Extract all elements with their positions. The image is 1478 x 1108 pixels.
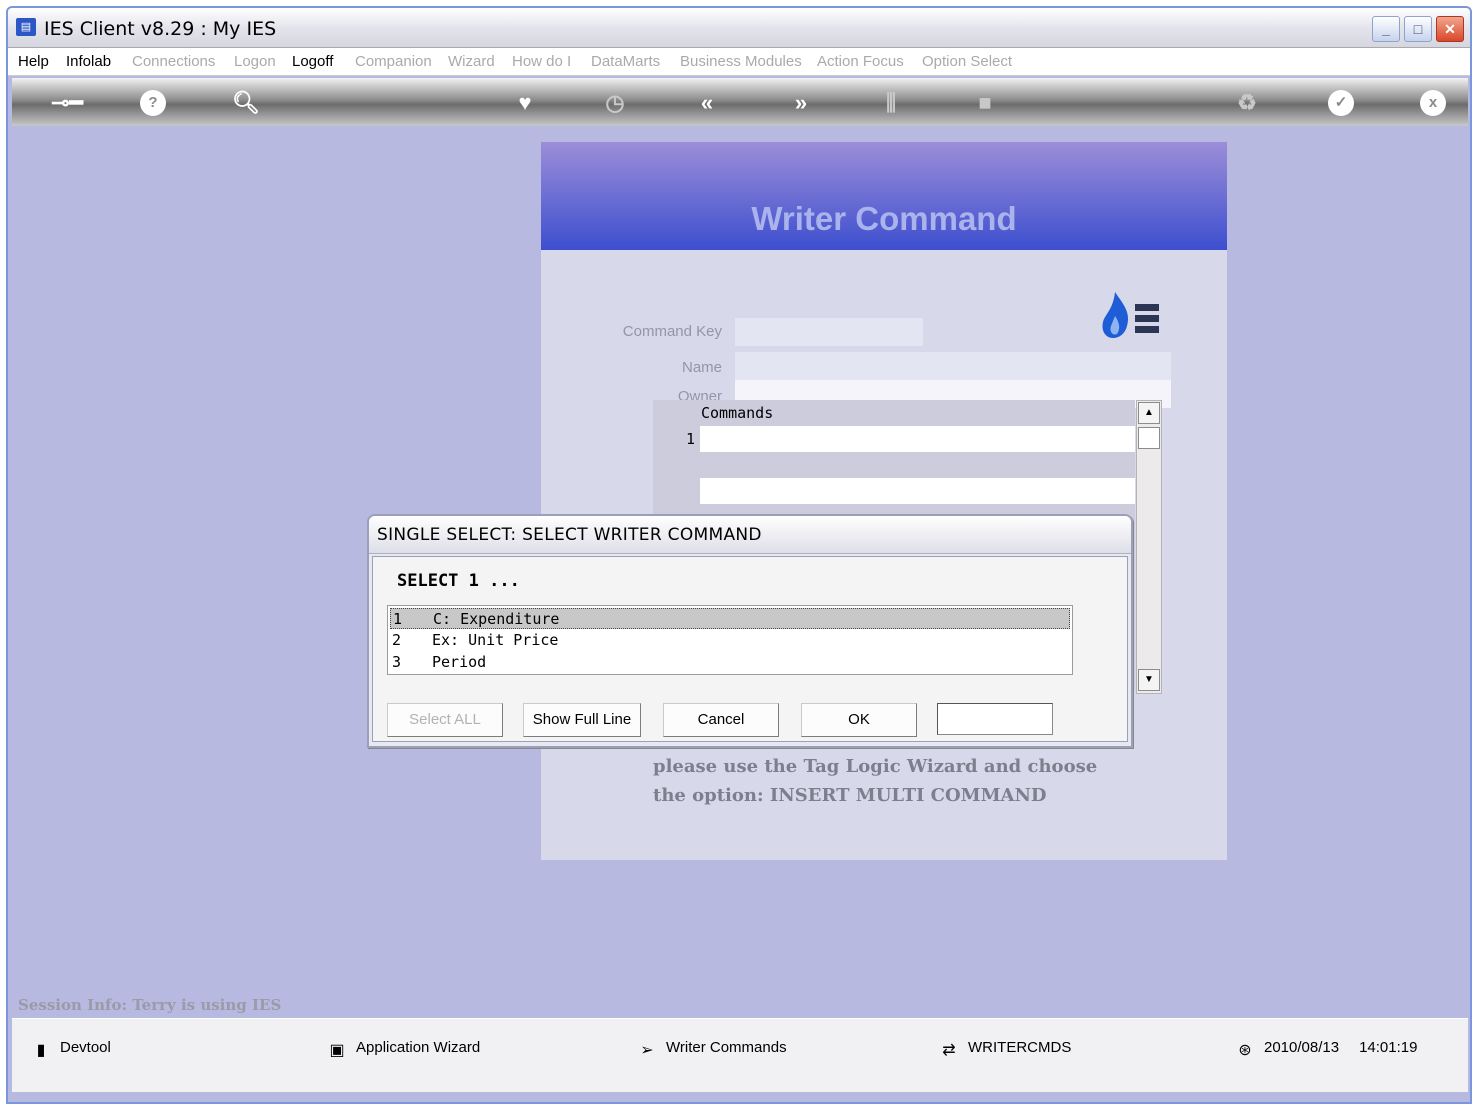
select-writer-command-dialog: SINGLE SELECT: SELECT WRITER COMMAND SEL… <box>367 514 1133 748</box>
writer-command-panel: Writer Command Command Key Name Owner Co… <box>541 142 1227 860</box>
menu-infolab[interactable]: Infolab <box>66 53 111 70</box>
stop-icon[interactable]: ■ <box>972 90 998 116</box>
dialog-prompt: SELECT 1 ... <box>397 571 520 591</box>
hint-line-1: please use the Tag Logic Wizard and choo… <box>653 756 1098 777</box>
menu-connections[interactable]: Connections <box>132 53 215 70</box>
datetime-item: ⊛ 2010/08/13 14:01:19 <box>1236 1039 1417 1060</box>
application-wizard-item[interactable]: ▣ Application Wizard <box>328 1039 480 1060</box>
cancel-button[interactable]: Cancel <box>663 703 779 737</box>
close-icon[interactable]: x <box>1420 90 1446 116</box>
tree-icon[interactable]: ⫼ <box>878 90 904 116</box>
show-full-line-button[interactable]: Show Full Line <box>523 703 641 737</box>
clock-icon[interactable]: ◷ <box>602 90 628 116</box>
status-date: 2010/08/13 <box>1264 1039 1340 1056</box>
close-icon: ✕ <box>1444 21 1456 37</box>
rewind-icon[interactable]: « <box>694 90 720 116</box>
selection-input[interactable] <box>937 703 1053 735</box>
panel-title: Writer Command <box>751 200 1017 237</box>
restore-icon: □ <box>1413 21 1423 37</box>
dialog-body: SELECT 1 ... 1 C: Expenditure 2 Ex: Unit… <box>372 556 1128 742</box>
menu-bar: Help Infolab Connections Logon Logoff Co… <box>8 48 1470 76</box>
list-item-number: 2 <box>392 631 402 649</box>
scroll-up-icon[interactable]: ▲ <box>1138 402 1160 424</box>
commands-column-header: Commands <box>701 404 774 422</box>
application-wizard-icon: ▣ <box>329 1042 345 1059</box>
application-wizard-label: Application Wizard <box>356 1039 481 1056</box>
status-time: 14:01:19 <box>1359 1039 1418 1056</box>
panel-header: Writer Command <box>541 142 1227 250</box>
writer-commands-label: Writer Commands <box>666 1039 787 1056</box>
writercmds-item[interactable]: ⇄ WRITERCMDS <box>940 1039 1071 1060</box>
name-label: Name <box>681 359 722 376</box>
check-icon[interactable]: ✓ <box>1328 90 1354 116</box>
status-bar: ▮ Devtool ▣ Application Wizard ➢ Writer Com… <box>12 1018 1468 1092</box>
menu-business-modules[interactable]: Business Modules <box>680 53 802 70</box>
writercmds-icon: ⇄ <box>942 1042 956 1059</box>
devtool-label: Devtool <box>60 1039 111 1056</box>
writercmds-label: WRITERCMDS <box>968 1039 1072 1056</box>
menu-help[interactable]: Help <box>18 53 49 70</box>
app-window: ▤ IES Client v8.29 : My IES _ □ ✕ Help I… <box>6 6 1472 1104</box>
menu-action-focus[interactable]: Action Focus <box>817 53 904 70</box>
select-all-button[interactable]: Select ALL <box>387 703 503 737</box>
title-bar: ▤ IES Client v8.29 : My IES _ □ ✕ <box>8 8 1470 48</box>
menu-companion[interactable]: Companion <box>355 53 432 70</box>
name-field[interactable] <box>735 352 1171 380</box>
list-item-label: Ex: Unit Price <box>432 631 559 649</box>
session-info: Session Info: Terry is using IES <box>18 996 282 1014</box>
fast-forward-icon[interactable]: » <box>788 90 814 116</box>
ok-button[interactable]: OK <box>801 703 917 737</box>
writer-commands-icon: ➢ <box>640 1042 654 1059</box>
clock-icon: ⊛ <box>1238 1042 1252 1059</box>
recycle-icon[interactable]: ♻ <box>1234 90 1260 116</box>
list-item[interactable]: 2 Ex: Unit Price <box>390 630 1070 651</box>
scroll-thumb[interactable] <box>1138 427 1160 449</box>
grid-scrollbar[interactable]: ▲ ▼ <box>1136 400 1162 694</box>
dialog-title: SINGLE SELECT: SELECT WRITER COMMAND <box>377 525 762 545</box>
close-button[interactable]: ✕ <box>1436 16 1464 42</box>
devtool-item[interactable]: ▮ Devtool <box>32 1039 111 1060</box>
list-item-label: C: Expenditure <box>433 610 560 628</box>
menu-logon[interactable]: Logon <box>234 53 276 70</box>
app-icon: ▤ <box>16 18 36 36</box>
restore-button[interactable]: □ <box>1404 16 1432 42</box>
key-icon[interactable]: ⊸━ <box>42 90 92 116</box>
search-icon[interactable]: 🔍︎ <box>232 90 260 116</box>
window-title: IES Client v8.29 : My IES <box>44 18 277 40</box>
minimize-icon: _ <box>1382 21 1390 37</box>
list-item[interactable]: 3 Period <box>390 652 1070 673</box>
devtool-icon: ▮ <box>36 1042 46 1059</box>
flame-logo-icon <box>1102 292 1159 338</box>
menu-datamarts[interactable]: DataMarts <box>591 53 660 70</box>
heart-icon[interactable]: ♥ <box>512 90 538 116</box>
list-item-number: 1 <box>393 610 403 628</box>
help-icon[interactable]: ? <box>140 90 166 116</box>
list-item[interactable]: 1 C: Expenditure <box>390 608 1070 629</box>
grid-row-empty[interactable] <box>700 478 1135 504</box>
list-item-number: 3 <box>392 653 402 671</box>
dialog-title-bar: SINGLE SELECT: SELECT WRITER COMMAND <box>369 516 1131 554</box>
menu-option-select[interactable]: Option Select <box>922 53 1012 70</box>
menu-wizard[interactable]: Wizard <box>448 53 495 70</box>
grid-row[interactable] <box>700 426 1135 452</box>
writer-commands-item[interactable]: ➢ Writer Commands <box>638 1039 787 1060</box>
hint-line-2: the option: INSERT MULTI COMMAND <box>653 785 1047 806</box>
command-listbox[interactable]: 1 C: Expenditure 2 Ex: Unit Price 3 Peri… <box>387 605 1073 675</box>
minimize-button[interactable]: _ <box>1372 16 1400 42</box>
menu-logoff[interactable]: Logoff <box>292 53 333 70</box>
grid-row-number: 1 <box>685 430 695 448</box>
list-item-label: Period <box>432 653 487 671</box>
toolbar: ⊸━ ? 🔍︎ ♥ ◷ « » ⫼ ■ ♻ ✓ x <box>12 78 1468 126</box>
command-key-label: Command Key <box>622 323 722 340</box>
command-key-field[interactable] <box>735 318 923 346</box>
scroll-down-icon[interactable]: ▼ <box>1138 669 1160 691</box>
menu-how-do-i[interactable]: How do I <box>512 53 571 70</box>
